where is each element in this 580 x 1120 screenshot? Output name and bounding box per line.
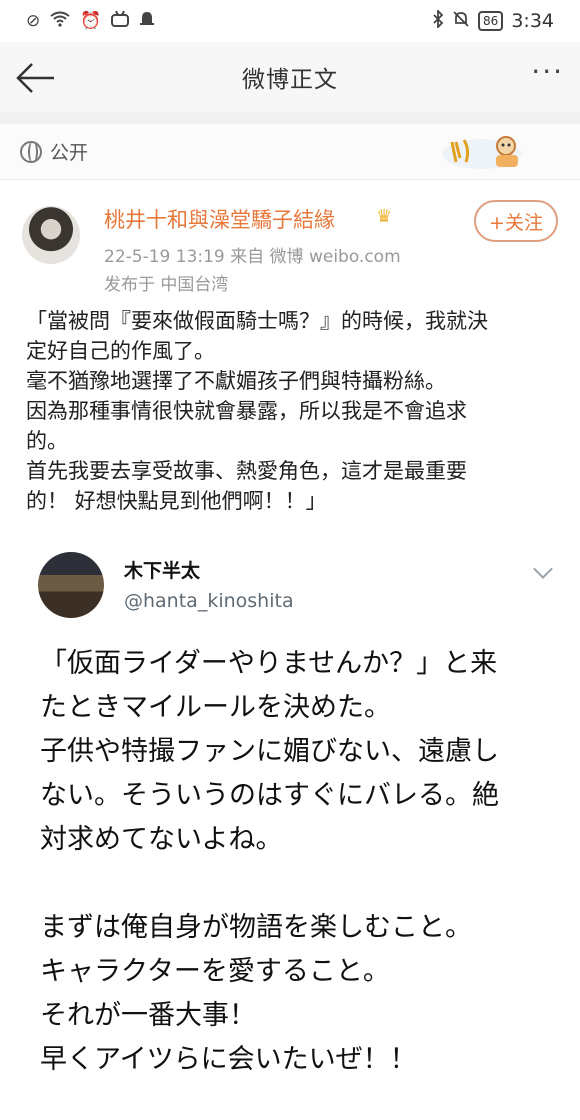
status-left-icons: ⊘ ⏰ <box>26 10 155 33</box>
tweet-line: たときマイルールを決めた。 <box>40 692 391 723</box>
battery-indicator: 86 <box>478 11 504 31</box>
globe-icon <box>20 140 42 163</box>
notification-icon <box>139 10 155 33</box>
visibility-label: 公开 <box>50 142 89 164</box>
post-line: 毫不猶豫地選擇了不獻媚孩子們與特攝粉絲。 <box>26 369 446 393</box>
bluetooth-icon <box>432 8 444 33</box>
visibility-row: 公开 <box>0 124 580 180</box>
tweet-author-avatar <box>38 552 104 618</box>
no-sim-icon: ⊘ <box>26 11 41 31</box>
tweet-line: 対求めてないよね。 <box>40 824 283 855</box>
decorative-sticker-icon <box>442 132 532 172</box>
nav-bar: 微博正文 ··· <box>0 42 580 112</box>
mute-icon <box>452 10 470 33</box>
embedded-tweet-image[interactable]: 木下半太 @hanta_kinoshita 「仮面ライダーやりませんか？」と来 … <box>0 546 580 1120</box>
tweet-body: 「仮面ライダーやりませんか？」と来 たときマイルールを決めた。 子供や特撮ファン… <box>40 642 560 1082</box>
clock: 3:34 <box>511 10 554 32</box>
tweet-line: それが一番大事！ <box>40 1000 256 1031</box>
post-header: 桃井十和與澡堂驕子結緣 ♛ 22-5-19 13:19 来自 微博 weibo.… <box>0 190 580 300</box>
author-avatar[interactable] <box>22 206 80 264</box>
tweet-author-handle: @hanta_kinoshita <box>124 590 294 612</box>
post-line: 「當被問『要來做假面騎士嗎？』的時候，我就決 <box>26 309 488 333</box>
tweet-line: 「仮面ライダーやりませんか？」と来 <box>40 648 498 679</box>
tweet-line: まずは俺自身が物語を楽しむこと。 <box>40 912 472 943</box>
tweet-line <box>40 862 560 906</box>
post-body: 「當被問『要來做假面騎士嗎？』的時候，我就決 定好自己的作風了。 毫不猶豫地選擇… <box>26 306 556 516</box>
tweet-author-name: 木下半太 <box>124 560 201 582</box>
divider <box>0 112 580 124</box>
tweet-line: 早くアイツらに会いたいぜ！！ <box>40 1044 417 1075</box>
page-title: 微博正文 <box>242 67 338 93</box>
alarm-icon: ⏰ <box>80 11 102 31</box>
tweet-line: 子供や特撮ファンに媚びない、遠慮し <box>40 736 499 767</box>
vip-badge-icon: ♛ <box>376 206 393 227</box>
post-line: 的！ 好想快點見到他們啊！！」 <box>26 489 327 513</box>
tweet-line: ない。そういうのはすぐにバレる。絶 <box>40 780 499 811</box>
more-options-icon[interactable]: ··· <box>531 58 564 86</box>
chevron-down-icon <box>533 559 553 579</box>
bilibili-icon <box>111 10 130 32</box>
back-arrow-icon[interactable] <box>14 56 58 100</box>
author-name[interactable]: 桃井十和與澡堂驕子結緣 <box>104 204 335 234</box>
wifi-icon <box>50 11 70 32</box>
post-meta: 22-5-19 13:19 来自 微博 weibo.com <box>104 247 401 267</box>
post-line: 因為那種事情很快就會暴露，所以我是不會追求 <box>26 399 467 423</box>
status-right-icons: 86 3:34 <box>432 8 554 33</box>
post-line: 定好自己的作風了。 <box>26 339 215 363</box>
status-bar: ⊘ ⏰ 86 3:34 <box>0 0 580 42</box>
tweet-line: キャラクターを愛すること。 <box>40 956 390 987</box>
post-location: 发布于 中国台湾 <box>104 275 229 295</box>
post-line: 首先我要去享受故事、熱愛角色，這才是最重要 <box>26 459 467 483</box>
follow-button[interactable]: +关注 <box>474 200 558 242</box>
post-line: 的。 <box>26 429 68 453</box>
